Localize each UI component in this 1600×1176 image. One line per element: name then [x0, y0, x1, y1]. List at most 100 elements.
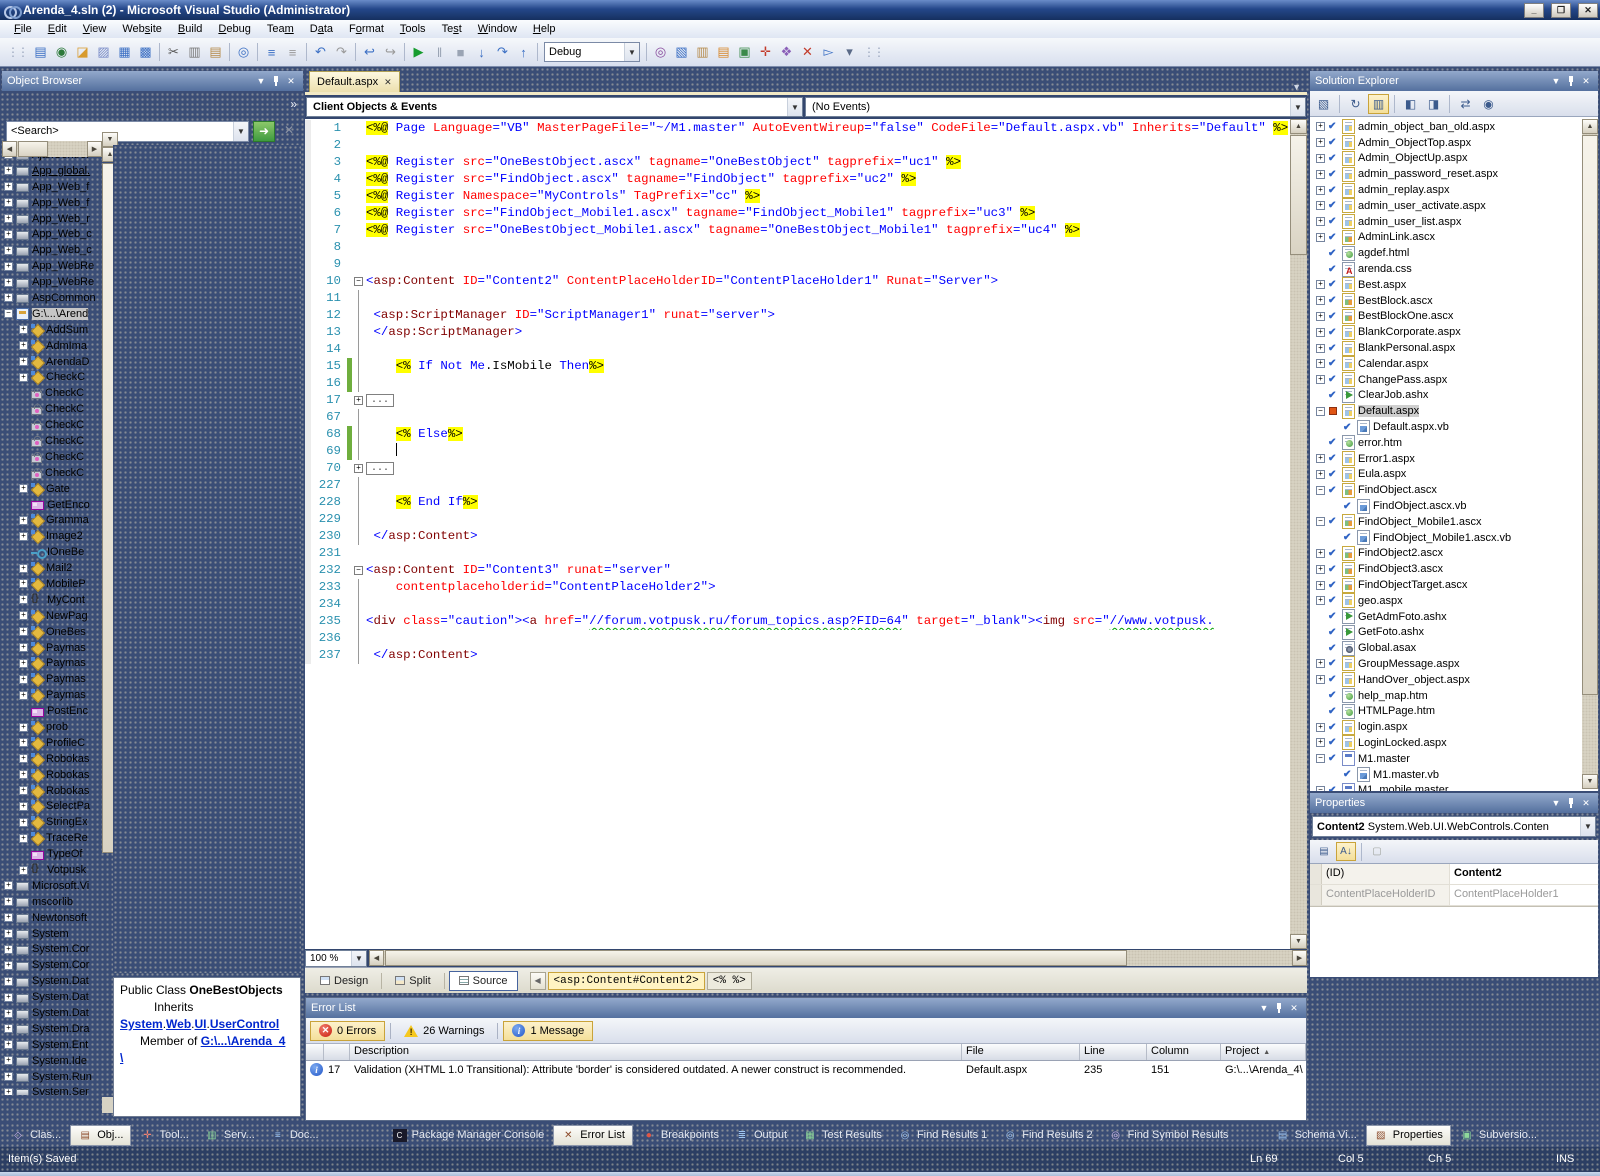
property-row[interactable]: (ID) Content2	[1310, 864, 1598, 885]
objectbrowser-item[interactable]: + System.Ser	[2, 1085, 102, 1095]
objectbrowser-item[interactable]: + System.Dat	[2, 989, 102, 1005]
objectbrowser-item[interactable]: + Paymas	[2, 656, 102, 672]
solution-item[interactable]: ✔ GetAdmFoto.ashx	[1310, 609, 1598, 625]
search-go-button[interactable]: ➜	[253, 120, 275, 142]
properties-window-icon[interactable]: ▧	[1313, 94, 1334, 114]
code-line[interactable]: 16	[305, 375, 1290, 392]
objectbrowser-item[interactable]: + App_Web_f	[2, 179, 102, 195]
stop-debugging-icon[interactable]: ■	[450, 42, 471, 63]
code-line[interactable]: 8	[305, 239, 1290, 256]
solution-item[interactable]: − ✔ M1.master	[1310, 751, 1598, 767]
expand-icon[interactable]: +	[4, 166, 13, 176]
tab-list-icon[interactable]: ▼	[1292, 82, 1307, 92]
expand-icon[interactable]: +	[1316, 169, 1325, 179]
expand-icon[interactable]: +	[1316, 217, 1325, 227]
solution-item[interactable]: + ✔ admin_user_activate.aspx	[1310, 198, 1598, 214]
solution-item[interactable]: + ✔ login.aspx	[1310, 719, 1598, 735]
expand-icon[interactable]: +	[1316, 580, 1325, 590]
collapse-icon[interactable]: −	[1316, 485, 1325, 495]
solution-item[interactable]: + ✔ Calendar.aspx	[1310, 356, 1598, 372]
alphabetical-icon[interactable]: A↓	[1336, 842, 1356, 861]
scrollbar-thumb[interactable]	[385, 950, 1127, 966]
expand-icon[interactable]: +	[19, 484, 28, 494]
close-tab-icon[interactable]: ✕	[384, 77, 392, 88]
objectbrowser-item[interactable]: + App_global.	[2, 163, 102, 179]
code-line[interactable]: 11	[305, 290, 1290, 307]
code-line[interactable]: 69	[305, 443, 1290, 460]
close-panel-icon[interactable]: ✕	[1579, 798, 1593, 809]
solution-item[interactable]: ✔ M1.master.vb	[1310, 767, 1598, 783]
solution-item[interactable]: − Default.aspx	[1310, 403, 1598, 419]
column-header-Project[interactable]: Project ▲	[1221, 1044, 1306, 1060]
code-line[interactable]: 232 − <asp:Content ID="Content3" runat="se…	[305, 562, 1290, 579]
expand-icon[interactable]: +	[1316, 454, 1325, 464]
column-header-File[interactable]: File	[962, 1044, 1080, 1060]
objectbrowser-item[interactable]: + System.Ent	[2, 1037, 102, 1053]
code-line[interactable]: 13 </asp:ScriptManager>	[305, 324, 1290, 341]
objectbrowser-item[interactable]: + Robokas	[2, 783, 102, 799]
objectbrowser-item[interactable]: + App_Web_f	[2, 195, 102, 211]
objectbrowser-item[interactable]: + Votpusk	[2, 862, 102, 878]
solution-item[interactable]: + ✔ admin_password_reset.aspx	[1310, 166, 1598, 182]
expand-icon[interactable]: +	[4, 944, 13, 954]
project-link-continuation[interactable]: \	[120, 1051, 123, 1065]
objectbrowser-item[interactable]: + System.Dat	[2, 973, 102, 989]
solution-item[interactable]: + ✔ FindObject3.ascx	[1310, 561, 1598, 577]
objectbrowser-item[interactable]: + Newtonsoft	[2, 910, 102, 926]
expand-icon[interactable]: +	[19, 357, 28, 367]
objectbrowser-item[interactable]: + App_Web_c	[2, 226, 102, 242]
dock-tab-find-symbol[interactable]: ◎ Find Symbol Results	[1102, 1125, 1236, 1146]
new-project-icon[interactable]: ▤	[30, 42, 51, 63]
solution-item[interactable]: ✔ GetFoto.ashx	[1310, 624, 1598, 641]
solution-item[interactable]: + ✔ Error1.aspx	[1310, 451, 1598, 467]
undo-icon[interactable]: ↶	[310, 42, 331, 63]
code-line[interactable]: 234	[305, 596, 1290, 613]
asp-net-configuration-icon[interactable]: ◉	[1478, 94, 1499, 114]
solution-item[interactable]: − ✔ M1_mobile.master	[1310, 782, 1598, 791]
objectbrowser-item[interactable]: + MobileP	[2, 576, 102, 592]
menu-build[interactable]: Build	[170, 22, 210, 36]
error-list-row[interactable]: i 17 Validation (XHTML 1.0 Transitional): …	[306, 1061, 1306, 1078]
objectbrowser-item[interactable]: CheckC	[2, 401, 102, 417]
solution-item[interactable]: + ✔ Best.aspx	[1310, 277, 1598, 293]
solution-item[interactable]: + ✔ admin_user_list.aspx	[1310, 214, 1598, 230]
menu-tools[interactable]: Tools	[392, 22, 434, 36]
copy-icon[interactable]: ▥	[184, 42, 205, 63]
add-new-item-icon[interactable]: ▨	[93, 42, 114, 63]
collapse-icon[interactable]: −	[1316, 406, 1325, 416]
objectbrowser-item[interactable]: + System	[2, 926, 102, 942]
objectbrowser-item[interactable]: CheckC	[2, 385, 102, 401]
solution-item[interactable]: + ✔ Admin_ObjectUp.aspx	[1310, 150, 1598, 167]
expand-icon[interactable]: +	[19, 531, 28, 541]
expand-icon[interactable]: +	[19, 611, 28, 621]
expand-icon[interactable]: +	[1316, 548, 1325, 558]
expand-icon[interactable]: +	[1316, 280, 1325, 290]
expand-icon[interactable]: +	[1316, 375, 1325, 385]
dock-tab-test-results[interactable]: ▦ Test Results	[796, 1125, 889, 1146]
code-line[interactable]: 2	[305, 137, 1290, 154]
solution-item[interactable]: ✔ Global.asax	[1310, 640, 1598, 656]
menu-edit[interactable]: Edit	[40, 22, 75, 36]
objectbrowser-item[interactable]: + System.Run	[2, 1069, 102, 1085]
objectbrowser-item[interactable]: + AdmIma	[2, 338, 102, 354]
search-dropdown-icon[interactable]: ▼	[233, 121, 248, 141]
solution-item[interactable]: ✔ help_map.htm	[1310, 688, 1598, 704]
overflow-icon[interactable]: ▾	[839, 42, 860, 63]
objectbrowser-item[interactable]: PostEnc	[2, 703, 102, 719]
menu-format[interactable]: Format	[341, 22, 392, 36]
uncomment-selection-icon[interactable]: ≡	[282, 42, 303, 63]
document-tab-default-aspx[interactable]: Default.aspx ✕	[309, 71, 400, 92]
refresh-icon[interactable]: ↻	[1345, 94, 1366, 114]
redo-icon[interactable]: ↷	[331, 42, 352, 63]
comment-selection-icon[interactable]: ≡	[261, 42, 282, 63]
dock-tab-subversion[interactable]: ▣ Subversio...	[1453, 1125, 1544, 1146]
error-list-window-icon[interactable]: ✕	[797, 42, 818, 63]
objectbrowser-item[interactable]: + SelectPa	[2, 799, 102, 815]
expand-icon[interactable]: +	[19, 801, 28, 811]
expand-region-icon[interactable]: +	[354, 396, 363, 405]
objectbrowser-item[interactable]: CheckC	[2, 465, 102, 481]
code-line[interactable]: 235 <div class="caution"><a href="//forum…	[305, 613, 1290, 630]
open-file-icon[interactable]: ◪	[72, 42, 93, 63]
expand-icon[interactable]: +	[19, 738, 28, 748]
expand-icon[interactable]: +	[1316, 659, 1325, 669]
